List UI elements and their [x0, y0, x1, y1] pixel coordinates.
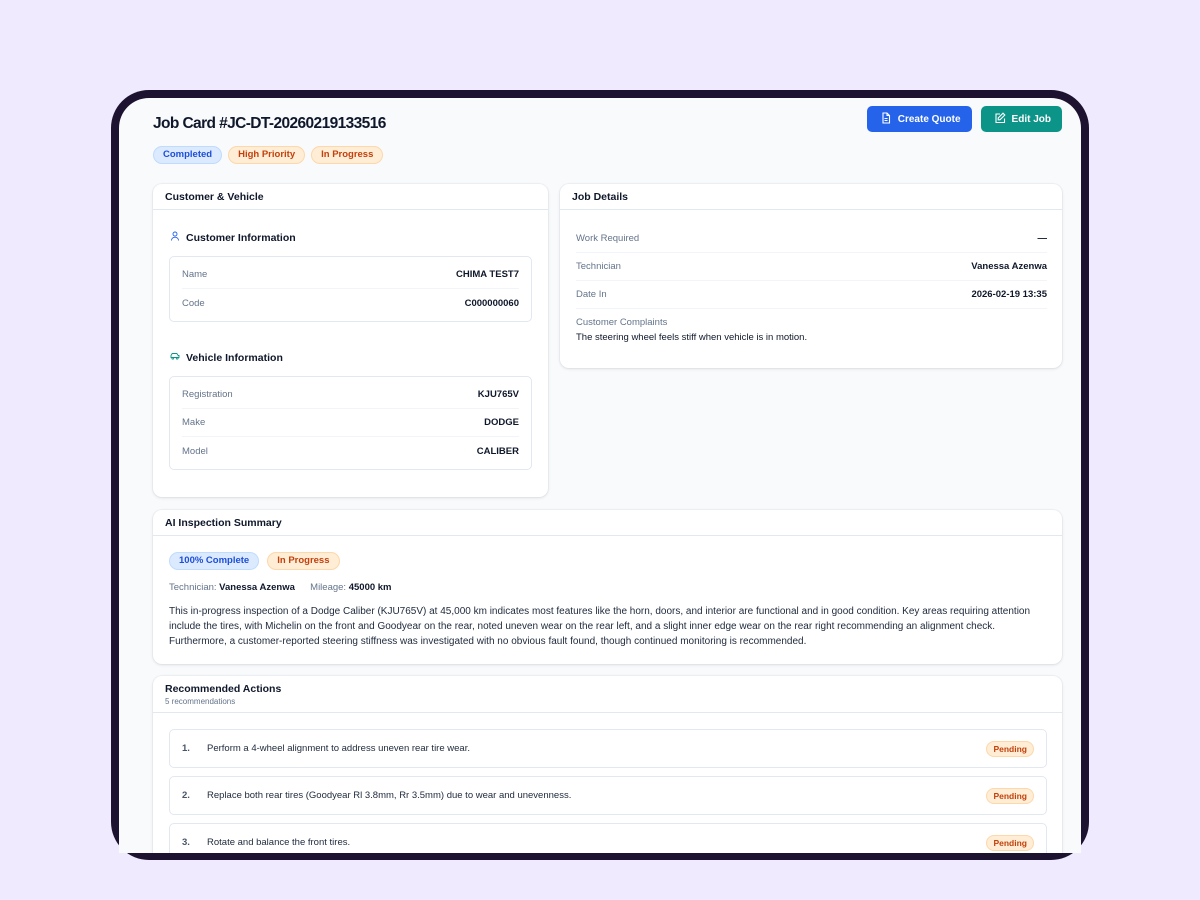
customer-name-row: Name CHIMA TEST7 — [182, 261, 519, 289]
status-badges: Completed High Priority In Progress — [153, 146, 384, 164]
kv-label: Work Required — [576, 233, 640, 244]
mileage-meta-value: 45000 km — [348, 582, 392, 593]
status-badge-completed: Completed — [153, 146, 223, 164]
customer-complaints-text: The steering wheel feels stiff when vehi… — [576, 332, 808, 343]
recommendation-item[interactable]: 1. Perform a 4-wheel alignment to addres… — [169, 729, 1047, 768]
recommendation-text: Rotate and balance the front tires. — [207, 837, 351, 848]
registration-value: KJU765V — [477, 389, 519, 400]
user-icon — [170, 231, 180, 244]
ai-summary-header: AI Inspection Summary — [153, 510, 1062, 536]
customer-information-heading: Customer Information — [170, 231, 296, 244]
customer-vehicle-header: Customer & Vehicle — [153, 184, 548, 210]
job-details-rows: Work Required — Technician Vanessa Azenw… — [576, 225, 1047, 343]
recommended-actions-header: Recommended Actions 5 recommendations — [153, 676, 1062, 713]
vehicle-information-heading: Vehicle Information — [170, 351, 283, 364]
pending-status-badge: Pending — [986, 834, 1034, 851]
kv-label: Name — [182, 269, 208, 280]
completion-badge: 100% Complete — [169, 552, 260, 570]
document-icon — [880, 111, 892, 127]
inspection-meta: Technician: Vanessa Azenwa Mileage: 4500… — [169, 582, 392, 593]
customer-vehicle-card: Customer & Vehicle Customer Information … — [153, 184, 548, 497]
vehicle-information-label: Vehicle Information — [186, 351, 283, 364]
recommended-actions-title: Recommended Actions — [165, 683, 282, 695]
kv-label: Code — [182, 297, 205, 309]
recommendation-number: 1. — [182, 743, 190, 754]
inspection-status-badge: In Progress — [267, 552, 340, 570]
header-actions: Create Quote Edit Job — [866, 106, 1062, 132]
edit-job-label: Edit Job — [1011, 113, 1051, 125]
create-quote-label: Create Quote — [897, 113, 961, 125]
recommendation-number: 2. — [182, 790, 190, 801]
date-in-row: Date In 2026-02-19 13:35 — [576, 281, 1047, 309]
recommended-actions-card: Recommended Actions 5 recommendations 1.… — [153, 676, 1062, 853]
make-value: DODGE — [484, 417, 519, 428]
priority-badge: High Priority — [228, 146, 306, 164]
vehicle-registration-row: Registration KJU765V — [182, 381, 519, 409]
kv-label: Model — [182, 445, 208, 457]
kv-label: Date In — [576, 289, 607, 300]
customer-code-row: Code C000000060 — [182, 289, 519, 317]
kv-label: Make — [182, 417, 206, 428]
mileage-meta-label: Mileage: — [310, 582, 347, 593]
car-icon — [170, 351, 180, 364]
job-details-header: Job Details — [560, 184, 1062, 210]
technician-meta-value: Vanessa Azenwa — [219, 582, 295, 593]
page-title: Job Card #JC-DT-20260219133516 — [153, 115, 386, 132]
recommendation-item[interactable]: 2. Replace both rear tires (Goodyear Rl … — [169, 776, 1047, 815]
vehicle-model-row: Model CALIBER — [182, 437, 519, 465]
vehicle-info-box: Registration KJU765V Make DODGE Model CA… — [169, 376, 532, 470]
recommendation-text: Perform a 4-wheel alignment to address u… — [207, 743, 470, 754]
recommendation-text: Replace both rear tires (Goodyear Rl 3.8… — [207, 790, 572, 801]
technician-value: Vanessa Azenwa — [971, 261, 1047, 272]
recommendation-item[interactable]: 3. Rotate and balance the front tires. P… — [169, 823, 1047, 853]
kv-label: Registration — [182, 389, 233, 400]
recommendation-number: 3. — [182, 837, 190, 848]
inspection-summary-text: This in-progress inspection of a Dodge C… — [169, 606, 1031, 647]
technician-meta-label: Technician: — [169, 582, 217, 593]
customer-name-value: CHIMA TEST7 — [456, 269, 519, 280]
edit-job-button[interactable]: Edit Job — [980, 106, 1062, 132]
customer-info-box: Name CHIMA TEST7 Code C000000060 — [169, 256, 532, 322]
vehicle-make-row: Make DODGE — [182, 409, 519, 437]
progress-badge: In Progress — [311, 146, 384, 164]
job-details-card: Job Details Work Required — Technician V… — [560, 184, 1062, 368]
date-in-value: 2026-02-19 13:35 — [971, 289, 1047, 300]
create-quote-button[interactable]: Create Quote — [866, 106, 972, 132]
edit-icon — [994, 111, 1006, 127]
technician-row: Technician Vanessa Azenwa — [576, 253, 1047, 281]
app-screen: Job Card #JC-DT-20260219133516 Completed… — [119, 98, 1081, 853]
customer-code-value: C000000060 — [464, 297, 519, 309]
customer-complaints-label: Customer Complaints — [576, 317, 668, 328]
kv-label: Technician — [576, 261, 621, 272]
ai-summary-badges: 100% Complete In Progress — [169, 552, 340, 570]
work-required-value: — — [1037, 233, 1048, 244]
pending-status-badge: Pending — [986, 787, 1034, 804]
recommendations-count: 5 recommendations — [165, 697, 236, 706]
ai-inspection-summary-card: AI Inspection Summary 100% Complete In P… — [153, 510, 1062, 664]
work-required-row: Work Required — — [576, 225, 1047, 253]
model-value: CALIBER — [476, 445, 519, 457]
customer-information-label: Customer Information — [186, 231, 296, 244]
pending-status-badge: Pending — [986, 740, 1034, 757]
